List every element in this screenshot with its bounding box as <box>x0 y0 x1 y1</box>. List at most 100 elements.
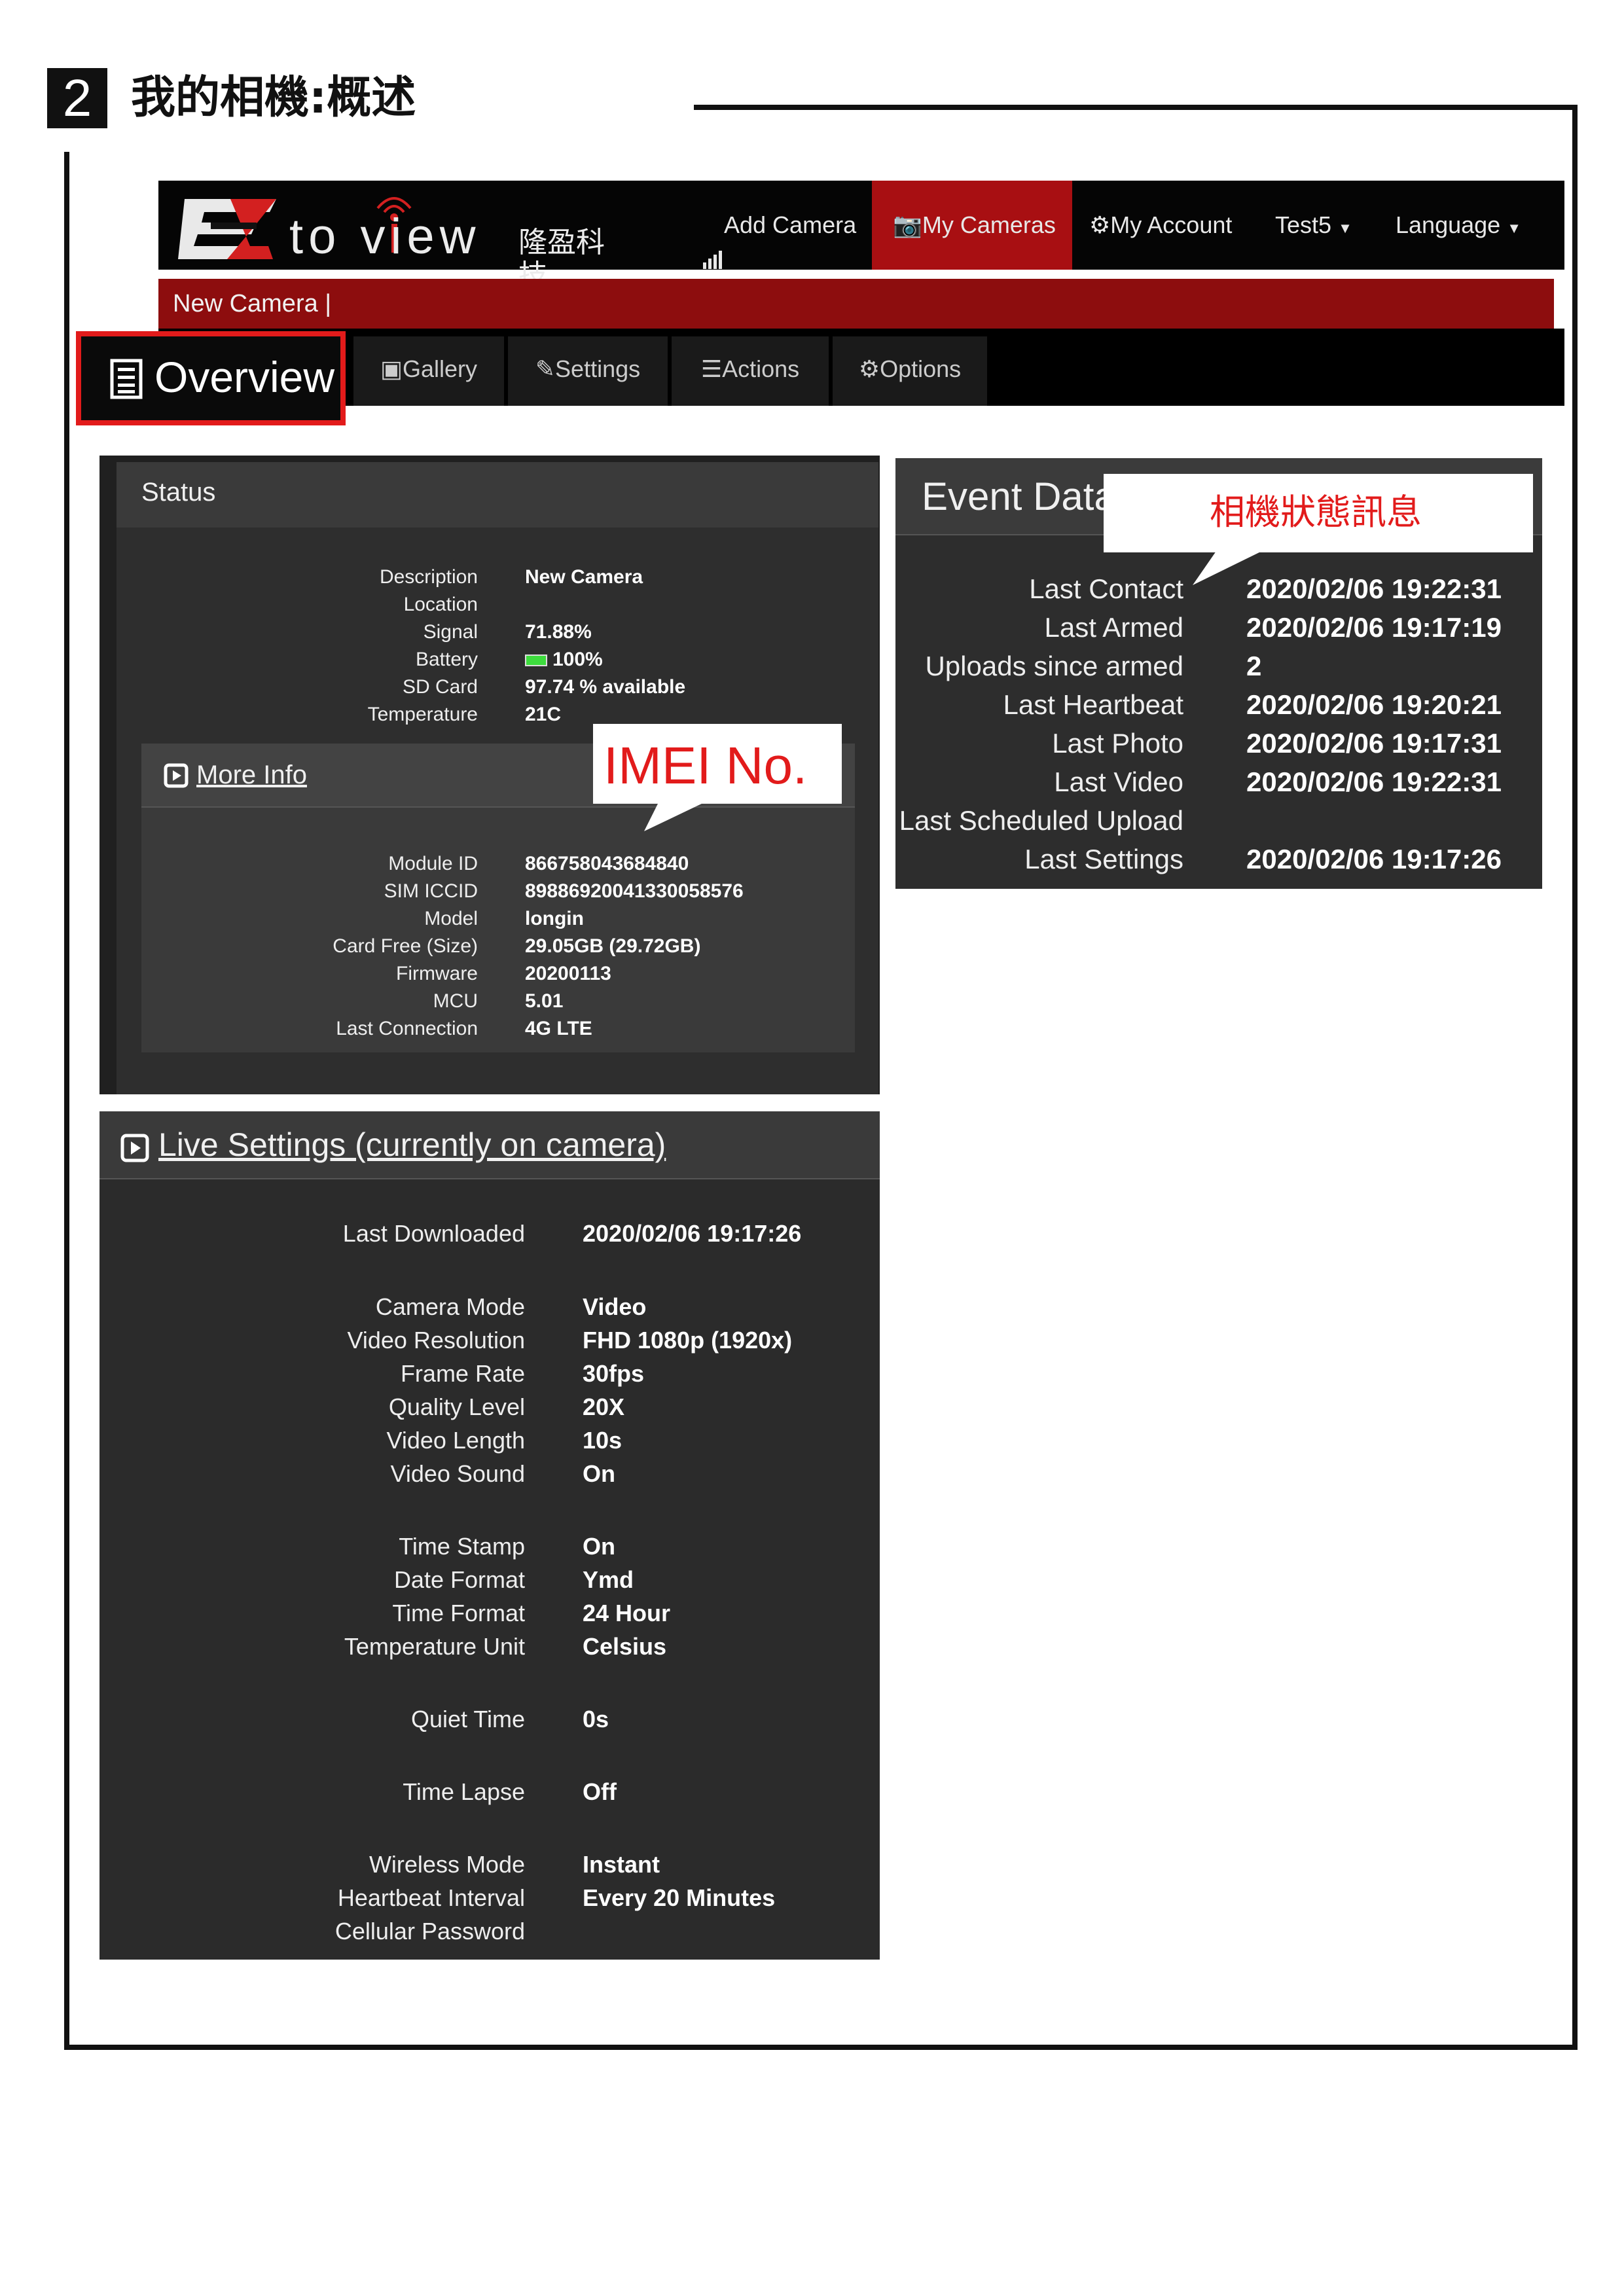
step-number-badge: 2 <box>47 68 107 128</box>
status-row-value: 100% <box>525 647 603 673</box>
gear-icon: ⚙ <box>858 355 880 382</box>
more-info-row-label: Module ID <box>388 853 478 874</box>
more-info-row-label: SIM ICCID <box>384 880 478 902</box>
imei-callout-text: IMEI No. <box>604 736 808 795</box>
frame-line-right <box>1572 105 1578 2050</box>
camera-name-bar: New Camera | <box>158 279 1554 329</box>
event-row-label: Uploads since armed <box>925 651 1183 681</box>
event-row-value: 2020/02/06 19:20:21 <box>1246 689 1502 720</box>
play-square-icon <box>120 1134 149 1165</box>
imei-callout-pointer <box>644 802 704 831</box>
event-row-label: Last Settings <box>1024 844 1183 874</box>
more-info-row-value: longin <box>525 908 584 929</box>
tab-settings-label: Settings <box>555 355 641 382</box>
nav-my-account-label: My Account <box>1110 211 1233 238</box>
live-setting-row-label: Cellular Password <box>334 1918 525 1945</box>
nav-add-camera-label: Add Camera <box>724 211 857 238</box>
image-icon: ▣ <box>380 355 403 382</box>
top-navbar: to view 隆盈科技 Add Camera 📷My Cameras ⚙My … <box>158 181 1564 292</box>
status-row-value: New Camera <box>525 566 643 588</box>
more-info-row-value: 4G LTE <box>525 1018 592 1039</box>
more-info-row-label: Card Free (Size) <box>333 935 478 957</box>
status-row-label: Signal <box>423 621 478 643</box>
nav-language-menu[interactable]: Language ▼ <box>1396 181 1526 270</box>
live-setting-row-label: Temperature Unit <box>344 1633 525 1660</box>
live-setting-row-label: Camera Mode <box>375 1293 525 1320</box>
caret-down-icon: ▼ <box>1338 220 1352 236</box>
tab-actions-label: Actions <box>722 355 800 382</box>
event-row-value: 2020/02/06 19:17:26 <box>1246 844 1502 874</box>
tab-overview-highlighted[interactable]: Overview <box>76 331 346 425</box>
camera-status-callout: 相機狀態訊息 <box>1104 474 1533 552</box>
live-setting-row-label: Frame Rate <box>400 1360 525 1387</box>
live-setting-row-label: Video Sound <box>390 1460 525 1487</box>
nav-my-cameras-label: My Cameras <box>922 211 1056 238</box>
status-title: Status <box>141 478 216 507</box>
live-setting-row-value: Instant <box>583 1851 660 1878</box>
live-setting-row-value: 30fps <box>583 1360 645 1387</box>
status-row-value: 71.88% <box>525 621 592 643</box>
live-setting-row-label: Time Format <box>392 1600 525 1626</box>
nav-my-cameras[interactable]: 📷My Cameras <box>872 181 1072 270</box>
more-info-row-label: MCU <box>433 990 478 1012</box>
more-info-row-label: Last Connection <box>336 1018 478 1039</box>
frame-line-top <box>694 105 1578 110</box>
live-setting-row-value: 10s <box>583 1427 623 1454</box>
ez-toview-logo[interactable]: to view 隆盈科技 <box>178 192 610 292</box>
live-setting-row-value: FHD 1080p (1920x) <box>583 1327 793 1354</box>
more-info-row-label: Firmware <box>396 963 478 984</box>
status-row-label: SD Card <box>402 676 478 698</box>
status-row-value: 21C <box>525 704 562 725</box>
nav-user-menu[interactable]: Test5 ▼ <box>1275 181 1367 270</box>
frame-line-left <box>64 152 69 2050</box>
list-icon: ☰ <box>700 355 723 382</box>
more-info-row-value: 29.05GB (29.72GB) <box>525 935 701 957</box>
live-setting-row-label: Quality Level <box>388 1393 525 1420</box>
edit-icon: ✎ <box>535 355 556 382</box>
nav-add-camera[interactable]: Add Camera <box>702 181 859 270</box>
live-setting-row-value: 0s <box>583 1706 609 1732</box>
live-setting-row-value: On <box>583 1460 615 1487</box>
status-header: Status <box>117 462 878 528</box>
more-info-link[interactable]: More Info <box>196 761 307 790</box>
status-row-label: Description <box>379 566 478 588</box>
event-row-label: Last Armed <box>1044 612 1183 643</box>
play-square-icon <box>164 763 189 791</box>
live-setting-row-label: Quiet Time <box>410 1706 525 1732</box>
more-info-row-value: 5.01 <box>525 990 564 1012</box>
page-title: 我的相機:概述 <box>131 72 416 124</box>
tab-gallery[interactable]: ▣Gallery <box>353 336 504 406</box>
live-setting-row-label: Date Format <box>393 1566 525 1593</box>
live-setting-row-value: Ymd <box>583 1566 634 1593</box>
live-setting-row-label: Time Lapse <box>403 1778 525 1805</box>
document-list-icon <box>110 359 143 402</box>
live-setting-row-value: 20X <box>583 1393 625 1420</box>
live-setting-row-label: Wireless Mode <box>369 1851 525 1878</box>
event-row-value: 2020/02/06 19:17:19 <box>1246 612 1502 643</box>
live-setting-row-value: Video <box>583 1293 647 1320</box>
camera-status-callout-pointer <box>1193 551 1262 585</box>
event-row-label: Last Video <box>1054 766 1183 797</box>
status-body: Description New Camera Location Signal 71.88… <box>117 528 878 1094</box>
live-settings-link[interactable]: Live Settings (currently on camera) <box>158 1126 666 1164</box>
live-settings-panel: Live Settings (currently on camera) Last… <box>99 1111 880 1960</box>
live-setting-row-value: Every 20 Minutes <box>583 1884 776 1911</box>
live-setting-row-label: Video Resolution <box>347 1327 525 1354</box>
nav-my-account[interactable]: ⚙My Account <box>1089 181 1253 270</box>
more-info-row-value: 866758043684840 <box>525 853 689 874</box>
tab-settings[interactable]: ✎Settings <box>508 336 668 406</box>
more-info-row-label: Model <box>424 908 478 929</box>
live-settings-header[interactable]: Live Settings (currently on camera) <box>99 1111 880 1179</box>
live-setting-row-value: 24 Hour <box>583 1600 671 1626</box>
tab-actions[interactable]: ☰Actions <box>672 336 829 406</box>
battery-icon <box>525 655 547 667</box>
more-info-row-value: 89886920041330058576 <box>525 880 744 902</box>
live-setting-row-value: Celsius <box>583 1633 667 1660</box>
tab-options[interactable]: ⚙Options <box>833 336 987 406</box>
event-row-value: 2020/02/06 19:17:31 <box>1246 728 1502 759</box>
event-row-value: 2020/02/06 19:22:31 <box>1246 573 1502 604</box>
live-setting-row-value: 2020/02/06 19:17:26 <box>583 1220 802 1247</box>
live-setting-row-label: Time Stamp <box>399 1533 525 1560</box>
frame-line-bottom <box>64 2045 1578 2050</box>
tab-options-label: Options <box>880 355 962 382</box>
